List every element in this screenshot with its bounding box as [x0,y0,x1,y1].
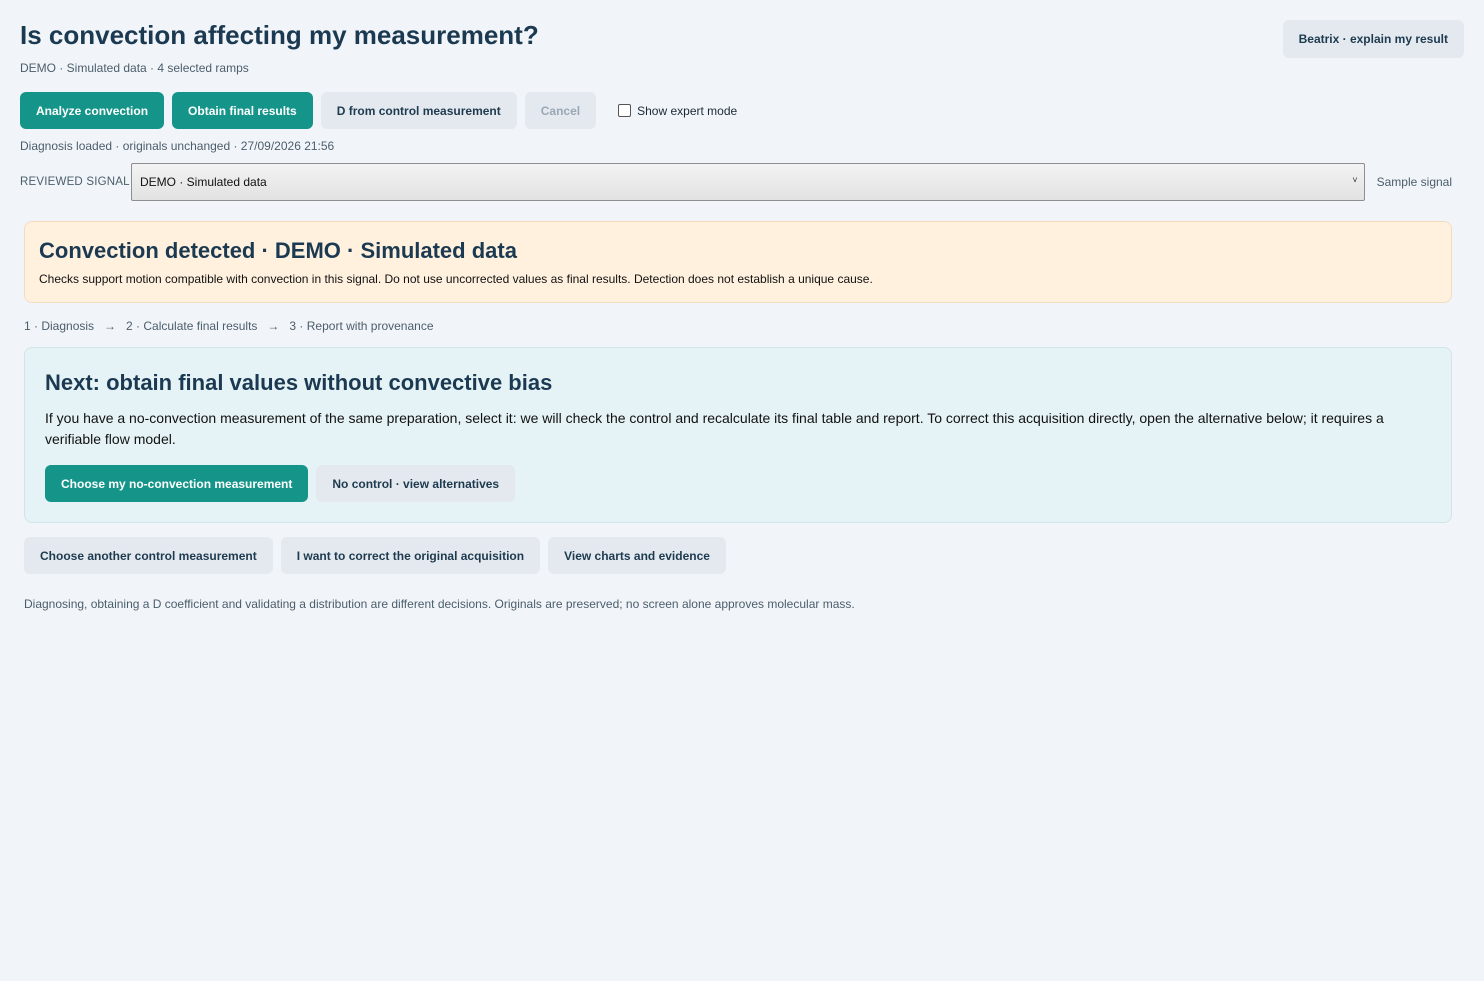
choose-another-control-button[interactable]: Choose another control measurement [24,537,273,574]
page: Is convection affecting my measurement? … [0,0,1484,981]
control-measurement-button[interactable]: D from control measurement [320,92,517,129]
alert-text: Checks support motion compatible with co… [39,272,873,286]
workflow-steps: 1 · Diagnosis → 2 · Calculate final resu… [24,319,434,333]
correct-original-button[interactable]: I want to correct the original acquisiti… [280,537,541,574]
signal-select-value: DEMO · Simulated data [140,175,267,189]
next-step-text: If you have a no-convection measurement … [45,410,1384,447]
page-title: Is convection affecting my measurement? [20,20,539,50]
explain-result-button[interactable]: Beatrix · explain my result [1282,20,1464,58]
chevron-down-icon: ˅ [1352,175,1358,185]
sample-signal-link[interactable]: Sample signal [1377,175,1452,189]
signal-row: REVIEWED SIGNAL DEMO · Simulated data ˅ … [20,163,1452,201]
next-step-panel: Next: obtain final values without convec… [24,347,1452,523]
analyze-convection-button[interactable]: Analyze convection [20,92,165,129]
next-step-title: Next: obtain final values without convec… [45,370,553,395]
obtain-final-results-button[interactable]: Obtain final results [172,92,313,129]
choose-no-convection-button[interactable]: Choose my no-convection measurement [45,465,309,502]
step-diagnosis: 1 · Diagnosis [24,319,95,333]
convection-alert: Convection detected · DEMO · Simulated d… [24,221,1452,303]
step-arrow: → [104,319,117,333]
status-text: Diagnosis loaded · originals unchanged ·… [20,139,335,153]
view-charts-button[interactable]: View charts and evidence [548,537,726,574]
expert-mode-toggle[interactable]: Show expert mode [618,104,737,118]
view-alternatives-button[interactable]: No control · view alternatives [316,465,516,502]
more-actions: Choose another control measurement I wan… [24,537,726,574]
alert-title: Convection detected · DEMO · Simulated d… [39,238,517,263]
step-report: 3 · Report with provenance [289,319,434,333]
toolbar: Analyze convection Obtain final results … [20,92,737,129]
signal-select[interactable]: DEMO · Simulated data ˅ [131,163,1365,201]
step-calculate: 2 · Calculate final results [126,319,258,333]
next-step-actions: Choose my no-convection measurement No c… [45,465,1431,502]
page-subtitle: DEMO · Simulated data · 4 selected ramps [20,61,249,75]
expert-mode-label: Show expert mode [637,103,738,118]
step-arrow: → [267,319,280,333]
expert-mode-checkbox[interactable] [618,104,632,117]
footnote: Diagnosing, obtaining a D coefficient an… [24,597,855,611]
cancel-button[interactable]: Cancel [524,92,597,129]
signal-label: REVIEWED SIGNAL [20,176,130,188]
